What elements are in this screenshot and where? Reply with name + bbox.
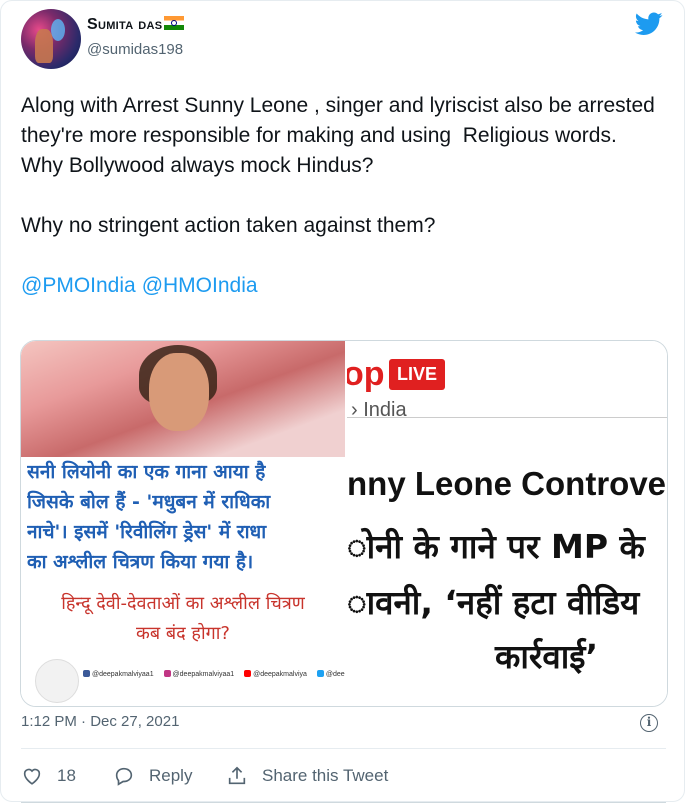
avatar-figure bbox=[35, 29, 53, 63]
share-label: Share this Tweet bbox=[262, 766, 389, 785]
media-grid: सनी लियोनी का एक गाना आया है जिसके बोल ह… bbox=[20, 340, 668, 707]
tweet-timestamp[interactable]: 1:12 PM · Dec 27, 2021 bbox=[21, 713, 179, 730]
instagram-icon bbox=[163, 670, 171, 677]
reply-button[interactable]: Reply bbox=[113, 765, 192, 787]
reply-label: Reply bbox=[149, 766, 193, 785]
media-image-right[interactable]: op LIVE › India nny Leone Controve ोनी क… bbox=[347, 341, 667, 706]
heart-icon bbox=[23, 768, 41, 785]
image-caption-line: जिसके बोल हैं - 'मधुबन में राधिका bbox=[27, 491, 271, 513]
like-count: 18 bbox=[57, 766, 76, 785]
news-breadcrumb: › India bbox=[351, 399, 407, 421]
news-rule bbox=[347, 417, 667, 418]
news-brand-logo: op bbox=[347, 355, 385, 393]
instagram-handle: @deepakmalviyaa1 bbox=[163, 670, 234, 678]
tweet-mentions: @PMOIndia @HMOIndia bbox=[21, 271, 661, 301]
display-name[interactable]: Sumita das bbox=[87, 16, 185, 34]
image-face-shape bbox=[149, 353, 209, 431]
user-handle[interactable]: @sumidas198 bbox=[87, 41, 183, 58]
live-badge: LIVE bbox=[389, 359, 446, 390]
news-headline-hi: ोनी के गाने पर MP के bbox=[347, 527, 645, 566]
image-caption-line: का अश्लील चित्रण किया गया है। bbox=[27, 551, 254, 573]
image-photo-area bbox=[21, 341, 345, 457]
share-button[interactable]: Share this Tweet bbox=[226, 765, 388, 787]
news-headline-en: nny Leone Controve bbox=[347, 465, 667, 502]
image-red-line: हिन्दू देवी-देवताओं का अश्लील चित्रण bbox=[61, 593, 305, 614]
mention-link[interactable]: @HMOIndia bbox=[142, 274, 258, 297]
facebook-icon bbox=[83, 670, 90, 677]
image-red-line: कब बंद होगा? bbox=[136, 623, 230, 644]
divider bbox=[21, 748, 666, 749]
tweet-text: Along with Arrest Sunny Leone , singer a… bbox=[21, 91, 661, 301]
avatar-highlight bbox=[51, 19, 65, 41]
youtube-handle: @deepakmalviya bbox=[244, 670, 307, 678]
image-caption-line: सनी लियोनी का एक गाना आया है bbox=[27, 461, 266, 483]
channel-logo bbox=[35, 659, 79, 703]
display-name-text: Sumita das bbox=[87, 16, 163, 33]
mention-link[interactable]: @PMOIndia bbox=[21, 274, 136, 297]
media-image-left[interactable]: सनी लियोनी का एक गाना आया है जिसके बोल ह… bbox=[21, 341, 387, 706]
facebook-handle: @deepakmalviyaa1 bbox=[83, 670, 154, 678]
tweet-card: Sumita das @sumidas198 Along with Arrest… bbox=[0, 0, 685, 803]
twitter-icon bbox=[316, 670, 324, 677]
news-headline-hi: कार्रवाई’ bbox=[495, 637, 599, 676]
bottom-divider bbox=[21, 802, 666, 803]
reply-icon bbox=[115, 767, 133, 786]
news-headline-hi: ावनी, ‘नहीं हटा वीडिय bbox=[347, 583, 640, 622]
youtube-icon bbox=[244, 670, 252, 677]
tweet-paragraph-1: Along with Arrest Sunny Leone , singer a… bbox=[21, 94, 661, 177]
tweet-paragraph-2: Why no stringent action taken against th… bbox=[21, 214, 436, 237]
twitter-bird-icon[interactable] bbox=[635, 12, 663, 36]
avatar[interactable] bbox=[21, 9, 81, 69]
image-caption-line: नाचे'। इसमें 'रिवीलिंग ड्रेस' में राधा bbox=[27, 521, 267, 543]
info-icon[interactable]: i bbox=[640, 714, 658, 732]
share-icon bbox=[228, 766, 246, 785]
like-button[interactable]: 18 bbox=[21, 765, 76, 787]
india-flag-icon bbox=[164, 16, 185, 30]
